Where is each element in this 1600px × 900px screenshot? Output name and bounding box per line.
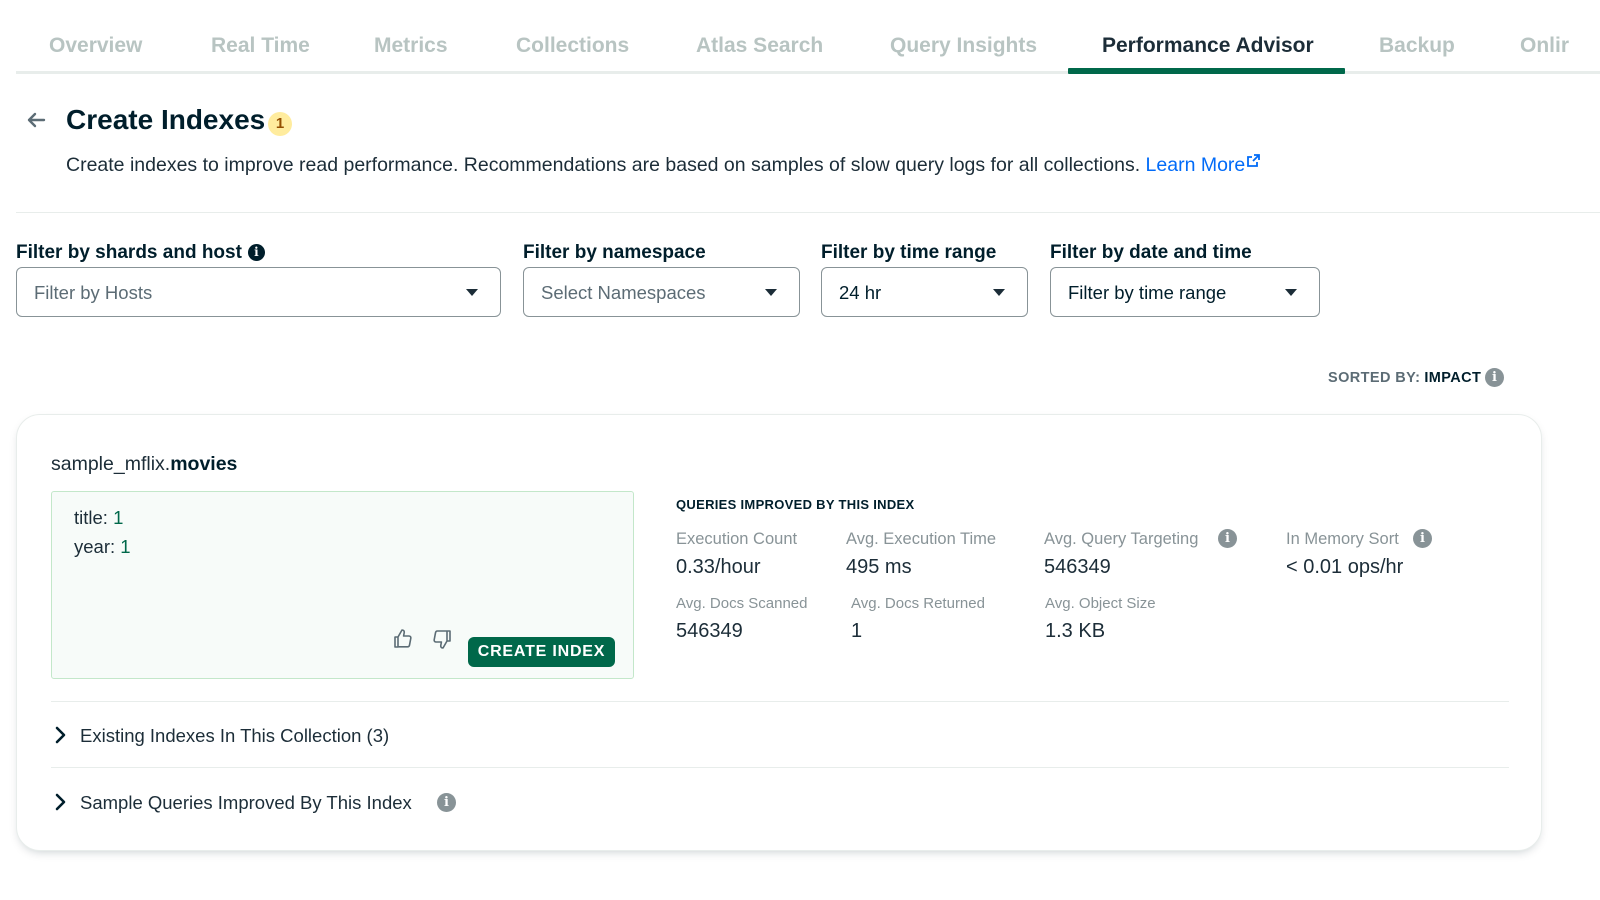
avg-docs-scanned-value: 546349 xyxy=(676,620,743,642)
tab-performance-advisor[interactable]: Performance Advisor xyxy=(1102,34,1314,58)
existing-indexes-accordion[interactable]: Existing Indexes In This Collection (3) xyxy=(53,717,753,753)
caret-down-icon xyxy=(993,289,1005,296)
filter-namespace-label: Filter by namespace xyxy=(523,242,706,263)
info-icon[interactable]: i xyxy=(247,244,265,261)
filter-date-time-value: Filter by time range xyxy=(1068,282,1227,303)
external-link-icon xyxy=(1247,154,1261,167)
sample-queries-label: Sample Queries Improved By This Index xyxy=(80,792,412,813)
in-memory-sort-label: In Memory Sort xyxy=(1286,530,1399,548)
learn-more-link[interactable]: Learn More xyxy=(1146,154,1261,176)
recommendation-count-badge: 1 xyxy=(268,112,292,136)
sorted-by: SORTED BY: IMPACT xyxy=(1328,370,1481,386)
filter-namespace-select[interactable]: Select Namespaces xyxy=(523,267,800,317)
filter-time-range-value: 24 hr xyxy=(839,282,882,303)
tab-online-archive[interactable]: Onlir xyxy=(1520,34,1569,58)
header-divider xyxy=(16,212,1600,213)
sample-queries-info-icon[interactable]: i xyxy=(437,793,456,812)
namespace-title: sample_mflix.movies xyxy=(51,453,237,476)
tab-real-time[interactable]: Real Time xyxy=(211,34,310,58)
stats-heading: QUERIES IMPROVED BY THIS INDEX xyxy=(676,497,915,512)
avg-docs-scanned-label: Avg. Docs Scanned xyxy=(676,595,808,612)
filter-hosts-value: Filter by Hosts xyxy=(34,282,153,303)
chevron-right-icon xyxy=(55,793,66,811)
avg-docs-returned-label: Avg. Docs Returned xyxy=(851,595,985,612)
filter-time-range-select[interactable]: 24 hr xyxy=(821,267,1028,317)
in-memory-sort-info-icon[interactable]: i xyxy=(1413,529,1432,548)
avg-object-size-value: 1.3 KB xyxy=(1045,620,1106,642)
execution-count-value: 0.33/hour xyxy=(676,556,761,578)
execution-count-label: Execution Count xyxy=(676,530,798,548)
learn-more-label: Learn More xyxy=(1145,154,1246,176)
avg-query-targeting-label: Avg. Query Targeting xyxy=(1044,530,1199,548)
card-divider xyxy=(51,767,1509,768)
chevron-right-icon xyxy=(55,726,66,744)
caret-down-icon xyxy=(1285,289,1297,296)
filter-date-time-label: Filter by date and time xyxy=(1050,242,1252,263)
namespace-db: sample_mflix. xyxy=(51,453,171,475)
back-arrow-icon[interactable] xyxy=(24,108,48,132)
filter-hosts-label: Filter by shards and host i xyxy=(16,242,265,264)
avg-execution-time-label: Avg. Execution Time xyxy=(846,530,997,548)
index-field-value: 1 xyxy=(113,507,124,528)
index-field-row: title: 1 xyxy=(74,507,123,529)
avg-docs-returned-value: 1 xyxy=(851,620,863,642)
tab-backup[interactable]: Backup xyxy=(1379,34,1455,58)
index-field-name: year: xyxy=(74,536,116,557)
existing-indexes-label: Existing Indexes In This Collection (3) xyxy=(80,725,390,746)
tab-metrics[interactable]: Metrics xyxy=(374,34,448,58)
tab-atlas-search[interactable]: Atlas Search xyxy=(696,34,823,58)
caret-down-icon xyxy=(765,289,777,296)
sorted-by-label: SORTED BY: xyxy=(1328,370,1421,386)
avg-object-size-label: Avg. Object Size xyxy=(1045,595,1156,612)
index-field-value: 1 xyxy=(120,536,131,557)
index-field-name: title: xyxy=(74,507,108,528)
page-title: Create Indexes xyxy=(66,104,266,135)
create-index-button[interactable]: CREATE INDEX xyxy=(468,637,615,667)
in-memory-sort-value: < 0.01 ops/hr xyxy=(1286,556,1404,578)
filter-namespace-value: Select Namespaces xyxy=(541,282,706,303)
filter-date-time-select[interactable]: Filter by time range xyxy=(1050,267,1320,317)
caret-down-icon xyxy=(466,289,478,296)
index-field-row: year: 1 xyxy=(74,536,131,558)
namespace-collection: movies xyxy=(170,453,238,475)
sample-queries-accordion[interactable]: Sample Queries Improved By This Index i xyxy=(53,784,753,820)
tab-bar: Overview Real Time Metrics Collections A… xyxy=(16,0,1600,74)
subtitle-text: Create indexes to improve read performan… xyxy=(66,154,1141,176)
thumbs-down-icon[interactable] xyxy=(430,627,454,651)
index-definition-box: title: 1 year: 1 CREATE INDEX xyxy=(51,491,634,679)
card-divider xyxy=(51,701,1509,702)
tab-overview[interactable]: Overview xyxy=(49,34,142,58)
tab-collections[interactable]: Collections xyxy=(516,34,629,58)
filter-hosts-label-text: Filter by shards and host xyxy=(16,242,242,263)
tab-query-insights[interactable]: Query Insights xyxy=(890,34,1037,58)
index-recommendation-card: sample_mflix.movies title: 1 year: 1 CRE… xyxy=(16,414,1542,851)
thumbs-up-icon[interactable] xyxy=(391,627,415,651)
sorted-by-value: IMPACT xyxy=(1424,370,1482,386)
filter-time-range-label: Filter by time range xyxy=(821,242,997,263)
page-subtitle: Create indexes to improve read performan… xyxy=(66,154,1261,177)
active-tab-indicator xyxy=(1068,68,1345,74)
avg-query-targeting-value: 546349 xyxy=(1044,556,1111,578)
filter-hosts-select[interactable]: Filter by Hosts xyxy=(16,267,501,317)
query-targeting-info-icon[interactable]: i xyxy=(1218,529,1237,548)
sort-info-icon[interactable]: i xyxy=(1485,368,1504,387)
avg-execution-time-value: 495 ms xyxy=(846,556,912,578)
